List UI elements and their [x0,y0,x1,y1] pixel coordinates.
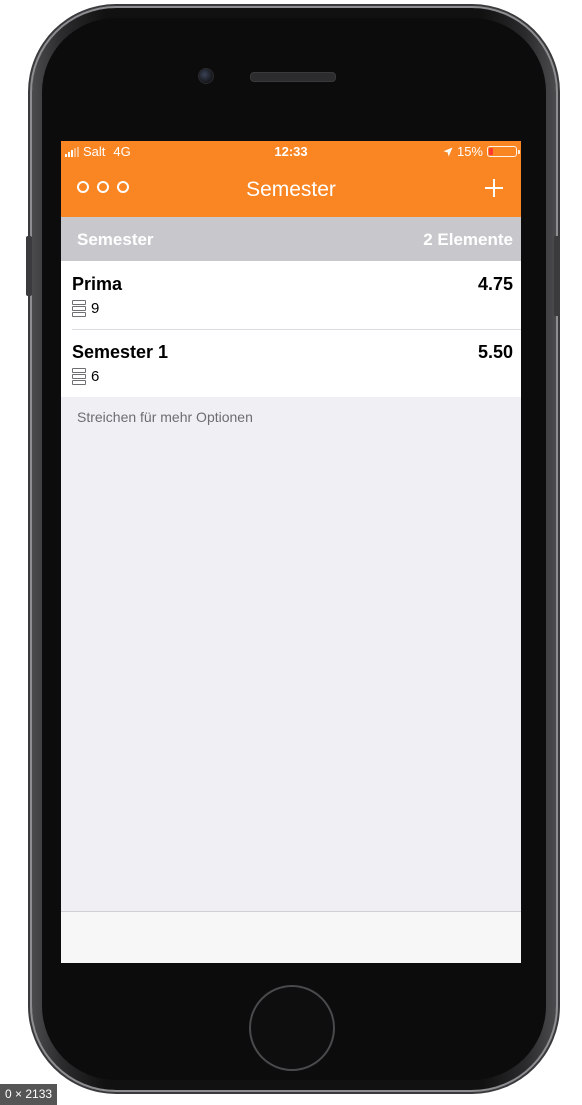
semester-list: Prima 9 4.75 Semester 1 6 5.50 [61,261,521,397]
subject-count: 9 [72,300,99,317]
list-item[interactable]: Semester 1 6 5.50 [61,329,521,397]
list-item[interactable]: Prima 9 4.75 [61,261,521,329]
subject-count: 6 [72,368,99,385]
volume-button [26,236,32,296]
navigation-bar: Semester [61,161,521,217]
section-title: Semester [77,230,154,249]
front-camera [198,68,214,84]
battery-icon [487,146,520,157]
location-arrow-icon [443,147,453,156]
image-size-caption: 0 × 2133 [0,1084,58,1105]
home-button[interactable] [249,985,335,1071]
subject-count-value: 9 [91,300,100,317]
semester-average: 4.75 [477,274,513,294]
semester-average: 5.50 [477,342,513,362]
semester-name: Prima [72,274,123,294]
battery-level-fill [489,148,493,155]
swipe-hint: Streichen für mehr Optionen [77,409,253,425]
power-button [554,236,560,316]
stage: Salt 4G 12:33 15% Semester Semester 2 El… [0,0,582,1105]
earpiece-speaker [250,72,336,82]
list-icon [72,300,86,317]
status-bar: Salt 4G 12:33 15% [61,141,521,161]
plus-icon[interactable] [477,171,511,205]
list-icon [72,368,86,385]
screen: Salt 4G 12:33 15% Semester Semester 2 El… [61,141,521,963]
bottom-toolbar [61,911,521,963]
section-header: Semester 2 Elemente [61,217,521,261]
status-right: 15% [443,144,520,159]
subject-count-value: 6 [91,368,100,385]
section-count: 2 Elemente [423,230,513,249]
page-title: Semester [246,178,336,201]
semester-name: Semester 1 [72,342,169,362]
battery-percent: 15% [456,144,483,159]
